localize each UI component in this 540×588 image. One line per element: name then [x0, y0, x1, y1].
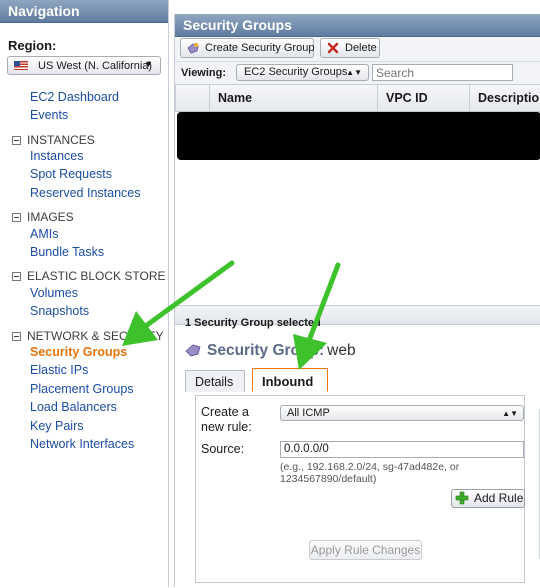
heading-prefix: Security Group: — [207, 342, 325, 359]
select-arrows-icon: ▲▼ — [502, 409, 518, 418]
table-empty-area — [175, 160, 540, 304]
rule-type-value: All ICMP — [287, 407, 330, 419]
navigation-title: Navigation — [0, 0, 168, 23]
tab-inbound[interactable]: Inbound — [252, 368, 328, 392]
table-header: Name VPC ID Description — [175, 85, 540, 112]
section-instances-label: INSTANCES — [27, 133, 95, 147]
region-select[interactable]: US West (N. California) ▼ — [7, 56, 161, 75]
tab-details[interactable]: Details — [185, 370, 245, 392]
region-value: US West (N. California) — [38, 60, 153, 72]
source-hint-line-2: 1234567890/default) — [280, 473, 377, 485]
add-rule-button[interactable]: Add Rule — [451, 489, 525, 508]
page-title: Security Groups — [175, 14, 540, 37]
create-rule-label-1: Create a — [201, 405, 249, 419]
collapse-icon[interactable] — [12, 136, 21, 145]
nav-elastic-ips[interactable]: Elastic IPs — [30, 363, 88, 377]
column-name[interactable]: Name — [209, 85, 375, 111]
delete-label: Delete — [345, 42, 377, 54]
create-security-group-label: Create Security Group — [205, 42, 315, 54]
us-flag-icon — [14, 61, 28, 70]
toolbar: Create Security Group Delete — [175, 37, 540, 62]
viewing-label: Viewing: — [181, 67, 227, 79]
nav-load-balancers[interactable]: Load Balancers — [30, 400, 117, 414]
collapse-icon[interactable] — [12, 272, 21, 281]
selection-strip: 1 Security Group selected — [175, 306, 540, 329]
source-input[interactable]: 0.0.0.0/0 — [280, 441, 524, 458]
column-vpc-id[interactable]: VPC ID — [377, 85, 466, 111]
collapse-icon[interactable] — [12, 213, 21, 222]
nav-ec2-dashboard[interactable]: EC2 Dashboard — [30, 90, 119, 104]
nav-network-interfaces[interactable]: Network Interfaces — [30, 437, 134, 451]
section-network-security[interactable]: NETWORK & SECURITY — [12, 329, 164, 343]
section-images[interactable]: IMAGES — [12, 210, 74, 224]
nav-bundle-tasks[interactable]: Bundle Tasks — [30, 245, 104, 259]
plus-icon — [455, 491, 469, 505]
add-rule-label: Add Rule — [474, 491, 524, 505]
group-name: web — [327, 342, 356, 359]
nav-snapshots[interactable]: Snapshots — [30, 304, 89, 318]
security-group-heading: Security Group: web — [185, 342, 356, 360]
create-rule-label-2: new rule: — [201, 420, 252, 434]
shield-add-icon — [187, 42, 199, 54]
nav-volumes[interactable]: Volumes — [30, 286, 78, 300]
viewing-bar: Viewing: EC2 Security Groups ▲▼ — [175, 62, 540, 85]
column-description[interactable]: Description — [469, 85, 540, 111]
table-checkbox-column[interactable] — [175, 85, 200, 111]
delete-button[interactable]: Delete — [320, 38, 380, 58]
viewing-value: EC2 Security Groups — [244, 66, 348, 78]
detail-pane: 1 Security Group selected Security Group… — [175, 305, 540, 588]
apply-rule-changes-button[interactable]: Apply Rule Changes — [309, 540, 422, 560]
security-group-icon — [185, 344, 201, 357]
delete-icon — [327, 42, 339, 54]
navigation-panel: Navigation Region: US West (N. Californi… — [0, 0, 169, 587]
search-input[interactable] — [372, 64, 513, 81]
region-label: Region: — [8, 38, 57, 53]
section-network-label: NETWORK & SECURITY — [27, 329, 164, 343]
section-ebs[interactable]: ELASTIC BLOCK STORE — [12, 269, 166, 283]
section-ebs-label: ELASTIC BLOCK STORE — [27, 269, 166, 283]
nav-instances[interactable]: Instances — [30, 149, 84, 163]
source-hint: (e.g., 192.168.2.0/24, sg-47ad482e, or 1… — [280, 461, 520, 485]
inbound-rule-form: Create a new rule: All ICMP ▲▼ Source: 0… — [195, 395, 525, 583]
rule-type-select[interactable]: All ICMP ▲▼ — [280, 405, 524, 421]
nav-placement-groups[interactable]: Placement Groups — [30, 382, 134, 396]
selection-count: 1 Security Group selected — [185, 317, 321, 329]
nav-events[interactable]: Events — [30, 108, 68, 122]
select-arrows-icon: ▲▼ — [346, 68, 362, 77]
chevron-down-icon: ▼ — [144, 59, 153, 69]
nav-security-groups[interactable]: Security Groups — [30, 345, 127, 359]
section-images-label: IMAGES — [27, 210, 74, 224]
create-security-group-button[interactable]: Create Security Group — [180, 38, 314, 58]
nav-spot-requests[interactable]: Spot Requests — [30, 167, 112, 181]
redacted-table-row[interactable] — [177, 112, 540, 160]
nav-amis[interactable]: AMIs — [30, 227, 58, 241]
security-groups-panel: Security Groups Create Security Group De… — [174, 14, 540, 588]
source-label: Source: — [201, 442, 245, 456]
collapse-icon[interactable] — [12, 332, 21, 341]
nav-reserved-instances[interactable]: Reserved Instances — [30, 186, 140, 200]
section-instances[interactable]: INSTANCES — [12, 133, 95, 147]
source-hint-line-1: (e.g., 192.168.2.0/24, sg-47ad482e, or — [280, 461, 460, 473]
nav-key-pairs[interactable]: Key Pairs — [30, 419, 84, 433]
viewing-select[interactable]: EC2 Security Groups ▲▼ — [236, 64, 369, 81]
